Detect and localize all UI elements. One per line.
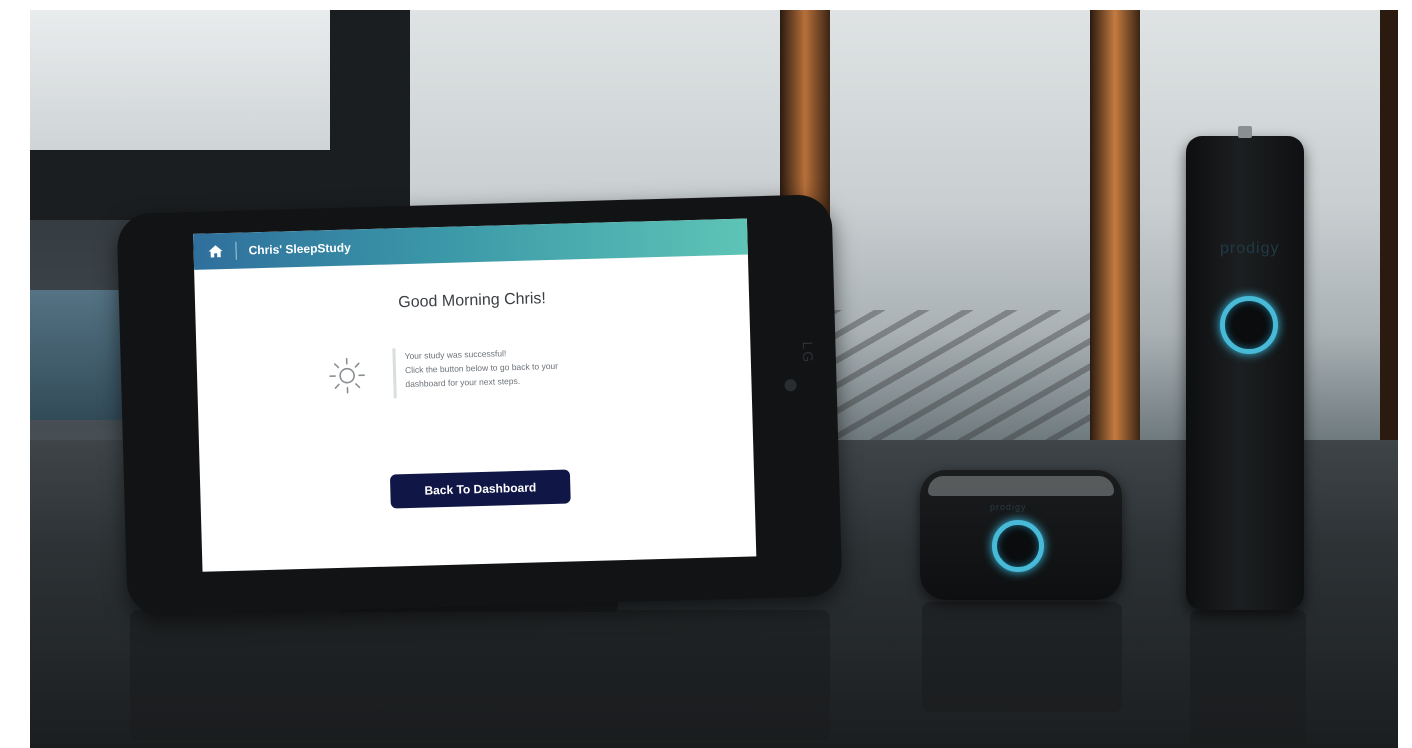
greeting-heading: Good Morning Chris! [398, 290, 547, 312]
status-instruction-line-2: dashboard for your next steps. [405, 375, 521, 390]
app-title: Chris' SleepStudy [248, 240, 351, 258]
wand-brand-logo: prodigy [1220, 240, 1280, 257]
sleep-sensor-wand: prodigy [1186, 126, 1304, 610]
wand-connector [1238, 126, 1252, 138]
sleep-sensor-puck: prodigy [920, 470, 1122, 600]
sun-icon [329, 357, 365, 394]
wand-reflection [1190, 610, 1306, 748]
status-text: Your study was successful! Click the but… [404, 346, 558, 392]
puck-brand-logo: prodigy [990, 502, 1027, 512]
tablet-device: LG Chris' SleepStudy Good Morning Chris! [116, 194, 843, 616]
back-to-dashboard-button[interactable]: Back To Dashboard [389, 469, 571, 509]
status-accent-bar [392, 348, 397, 399]
status-message: Your study was successful! Click the but… [196, 330, 752, 415]
puck-reflection [922, 602, 1122, 712]
window-pillar [1380, 10, 1398, 440]
home-icon[interactable] [207, 244, 223, 258]
tablet-screen: Chris' SleepStudy Good Morning Chris! Yo… [193, 218, 757, 572]
window-frame [330, 10, 410, 150]
tablet-camera [784, 379, 797, 392]
tablet-reflection [130, 610, 830, 740]
tablet-brand-logo: LG [800, 341, 817, 365]
puck-highlight [928, 476, 1114, 496]
app-header: Chris' SleepStudy [193, 218, 748, 270]
wand-power-button[interactable] [1220, 296, 1278, 354]
balcony-railing [830, 310, 1110, 440]
header-divider [235, 241, 237, 260]
window-pillar [1090, 10, 1140, 440]
window-pane [30, 10, 330, 150]
puck-power-button[interactable] [992, 520, 1044, 572]
product-photo: LG Chris' SleepStudy Good Morning Chris! [30, 10, 1398, 748]
